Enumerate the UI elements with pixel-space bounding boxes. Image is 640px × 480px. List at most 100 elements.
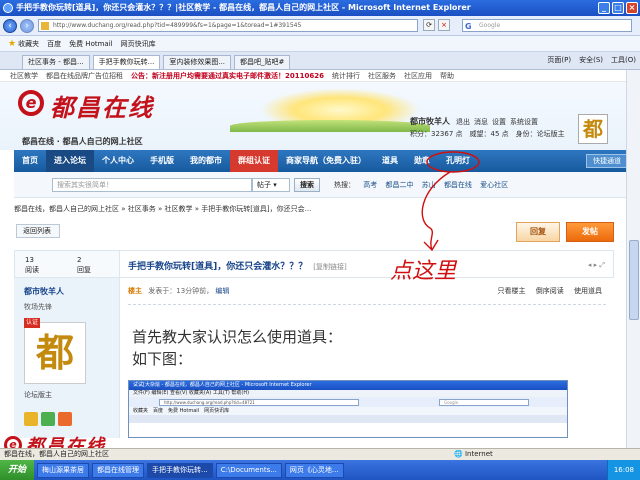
clock[interactable]: 16:08 [614,466,634,474]
medal-icon[interactable] [41,412,55,426]
tab-active[interactable]: 手把手教你玩转... [92,55,161,69]
back-to-list-button[interactable]: 返回列表 [16,224,60,238]
author-sidebar: 都市牧羊人 牧场先锋 都 认证 论坛版主 [14,278,120,438]
thread-nav-arrows[interactable]: ◂ ▸ ⤢ [588,261,605,270]
logout-link[interactable]: 退出 [456,116,470,128]
nav-group-auth[interactable]: 群组认证 [230,150,278,172]
favorites-bar: ★ 收藏夹 百度 免费 Hotmail 网页快讯库 [0,36,640,52]
divider [128,304,606,305]
favorite-item[interactable]: 网页快讯库 [121,39,156,49]
hot-searches: 热搜： 高考 都昌二中 苏山 都昌在线 爱心社区 [334,180,514,190]
announcement[interactable]: 公告：新注册用户均需要通过真实电子邮件激活！20110626 [131,71,324,81]
nav-mobile[interactable]: 手机版 [142,150,182,172]
taskbar: 开始 梅山源果茶居 都昌在线管理 手把手教你玩转... C:\Documents… [0,460,640,480]
page-scrollbar[interactable] [626,70,640,448]
use-props-link[interactable]: 使用道具 [574,287,602,295]
username[interactable]: 都市牧羊人 [410,116,450,128]
hot-item[interactable]: 爱心社区 [480,181,508,189]
only-owner-link[interactable]: 只看楼主 [498,287,526,295]
taskbar-item[interactable]: 网页《心灵地... [284,462,344,478]
back-button[interactable]: ‹ [3,18,17,33]
favorites-button[interactable]: ★ 收藏夹 [8,39,39,49]
top-link[interactable]: 都昌在线品牌广告位招租 [46,71,123,81]
nav-forum[interactable]: 进入论坛 [46,150,94,172]
tab[interactable]: 都昌吧_贴吧# [234,55,291,69]
system-settings-link[interactable]: 系统设置 [510,116,538,128]
zone-text: 🌐 Internet [454,450,493,458]
grass-decoration [230,120,430,132]
reverse-order-link[interactable]: 倒序阅读 [536,287,564,295]
minimize-button[interactable]: _ [598,2,610,14]
nav-merchants[interactable]: 商家导航（免费入驻） [278,150,374,172]
top-link[interactable]: 社区应用 [404,71,432,81]
copy-link[interactable]: [复制链接] [313,263,346,271]
tab[interactable]: 社区事务 - 都昌... [22,55,90,69]
stop-icon[interactable]: × [438,19,450,31]
arrow-head [423,239,439,252]
top-link[interactable]: 社区服务 [368,71,396,81]
search-input[interactable]: G Google [462,19,632,32]
favorite-item[interactable]: 免费 Hotmail [69,39,113,49]
logo-icon[interactable]: e [18,90,44,116]
taskbar-item[interactable]: 梅山源果茶居 [37,462,90,478]
favorite-item[interactable]: 百度 [47,39,61,49]
post-line: 首先教大家认识怎么使用道具： [132,328,343,346]
search-button[interactable]: 搜索 [294,178,320,192]
taskbar-item[interactable]: 都昌在线管理 [92,462,145,478]
taskbar-item[interactable]: 手把手教你玩转... [147,462,213,478]
breadcrumb[interactable]: 都昌在线，都昌人自己的网上社区 » 社区事务 » 社区教学 » 手把手教你玩转[… [14,204,311,214]
medal-icon[interactable] [58,412,72,426]
hot-item[interactable]: 都昌在线 [444,181,472,189]
address-input[interactable]: http://www.duchang.org/read.php?tid=4899… [38,19,418,32]
nav-props[interactable]: 道具 [374,150,406,172]
messages-link[interactable]: 消息 [474,116,488,128]
hot-label: 热搜： [334,181,355,189]
tools-menu[interactable]: 工具(O) [611,55,636,65]
scrollbar-thumb[interactable] [629,240,639,320]
nav-medals[interactable]: 勋章 [406,150,438,172]
tab-bar: 社区事务 - 都昌... 手把手教你玩转... 室内装修效果图... 都昌吧_贴… [0,52,640,70]
close-button[interactable]: × [626,2,638,14]
quick-access-button[interactable]: 快捷通道 [586,154,628,168]
top-link[interactable]: 帮助 [440,71,454,81]
top-link[interactable]: 统计排行 [332,71,360,81]
refresh-icon[interactable]: ⟳ [423,19,435,31]
main-nav: 首页 进入论坛 个人中心 手机版 我的都市 群组认证 商家导航（免费入驻） 道具… [14,150,634,172]
nav-personal[interactable]: 个人中心 [94,150,142,172]
taskbar-item[interactable]: C:\Documents... [215,462,282,478]
reply-button[interactable]: 回复 [516,222,560,242]
medal-icon[interactable] [24,412,38,426]
status-text: 都昌在线，都昌人自己的网上社区 [4,450,109,458]
site-logo[interactable]: 都昌在线 [50,88,154,123]
user-avatar[interactable]: 都 [578,114,608,144]
forward-button[interactable]: › [20,18,34,33]
forum-search-input[interactable]: 搜索其实很简单！ [52,178,252,192]
tab[interactable]: 室内装修效果图... [163,55,232,69]
status-bar: 都昌在线，都昌人自己的网上社区 🌐 Internet [0,448,640,460]
site-slogan: 都昌在线 · 都昌人自己的网上社区 [22,137,143,146]
embedded-title: 试试[大杂烩 - 都昌在线，都昌人自己的网上社区 - Microsoft Int… [129,381,567,390]
medals [24,412,72,426]
top-link[interactable]: 社区教学 [10,71,38,81]
hot-item[interactable]: 都昌二中 [385,181,413,189]
safety-menu[interactable]: 安全(S) [579,55,603,65]
nav-home[interactable]: 首页 [14,150,46,172]
settings-link[interactable]: 设置 [492,116,506,128]
new-post-button[interactable]: 发帖 [566,222,614,242]
author-avatar[interactable]: 都 [24,322,86,384]
window-titlebar: 手把手教你玩转[道具]，你还只会灌水？？？|社区教学 - 都昌在线，都昌人自己的… [0,0,640,16]
nav-lantern[interactable]: 孔明灯 [438,150,478,172]
start-button[interactable]: 开始 [0,460,35,480]
hot-item[interactable]: 高考 [363,181,377,189]
author-name[interactable]: 都市牧羊人 [24,286,64,297]
search-type-select[interactable]: 帖子 ▾ [252,178,290,192]
nav-my-city[interactable]: 我的都市 [182,150,230,172]
maximize-button[interactable]: □ [612,2,624,14]
hot-item[interactable]: 苏山 [422,181,436,189]
google-icon: G [465,22,472,31]
edit-link[interactable]: 编辑 [215,287,229,295]
page-menu[interactable]: 页面(P) [547,55,571,65]
site-header: e 都昌在线 都昌在线 · 都昌人自己的网上社区 都市牧羊人 退出 消息 设置 … [0,82,640,150]
user-panel: 都市牧羊人 退出 消息 设置 系统设置 积分：32367 点 威望：45 点 身… [410,116,565,140]
views-count: 13 [25,256,34,264]
